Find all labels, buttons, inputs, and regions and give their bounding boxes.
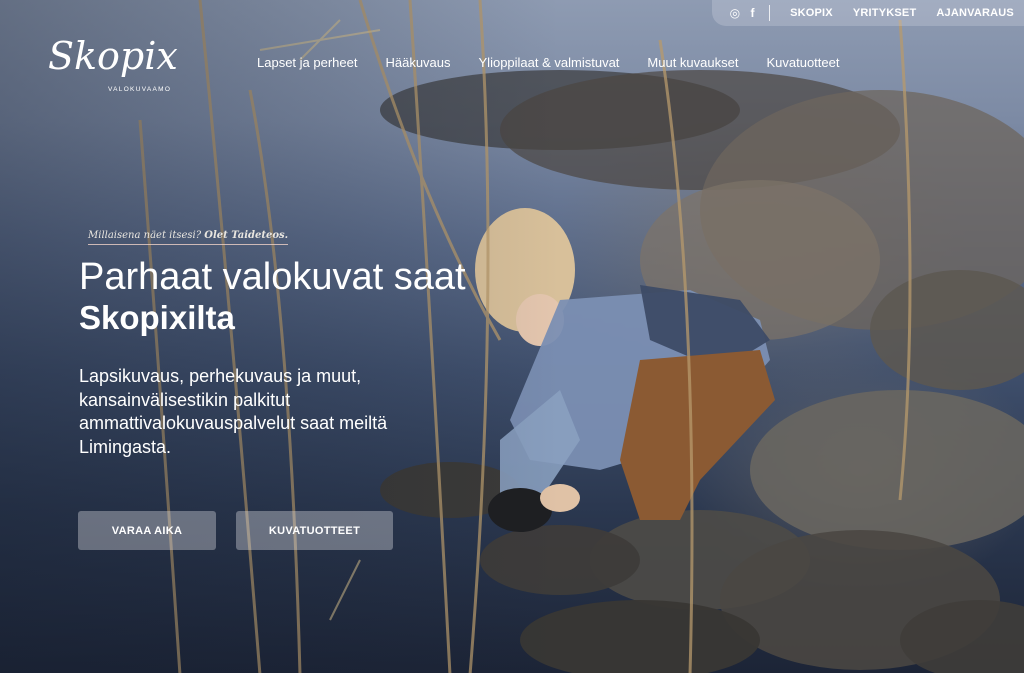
hero-lead-text: Lapsikuvaus, perhekuvaus ja muut, kansai…: [79, 366, 388, 457]
main-navigation: Lapset ja perheet Hääkuvaus Ylioppilaat …: [257, 55, 867, 70]
logo-wordmark: Skopix: [48, 34, 178, 78]
hero-tagline: Millaisena näet itsesi? Olet Taideteos.: [88, 230, 289, 245]
topbar-divider: [769, 5, 771, 21]
nav-item-haakuvaus[interactable]: Hääkuvaus: [385, 55, 450, 70]
nav-item-lapset-ja-perheet[interactable]: Lapset ja perheet: [257, 55, 357, 70]
tagline-answer: Olet Taideteos.: [204, 230, 289, 241]
topbar-link-yritykset[interactable]: YRITYKSET: [843, 7, 927, 19]
book-appointment-button[interactable]: VARAA AIKA: [78, 511, 216, 550]
facebook-icon[interactable]: f: [744, 0, 762, 26]
instagram-icon[interactable]: ◎: [726, 0, 744, 26]
nav-item-ylioppilaat[interactable]: Ylioppilaat & valmistuvat: [479, 55, 620, 70]
nav-item-kuvatuotteet[interactable]: Kuvatuotteet: [766, 55, 839, 70]
tagline-question: Millaisena näet itsesi?: [88, 230, 205, 241]
hero-title-line2: Skopixilta: [79, 299, 235, 336]
topbar-link-skopix[interactable]: SKOPIX: [780, 7, 843, 19]
logo-subtitle: VALOKUVAAMO: [108, 86, 172, 93]
site-logo[interactable]: Skopix VALOKUVAAMO: [48, 28, 188, 100]
nav-item-muut-kuvaukset[interactable]: Muut kuvaukset: [647, 55, 738, 70]
hero-title-line1: Parhaat valokuvat saat: [79, 256, 466, 298]
photo-products-button[interactable]: KUVATUOTTEET: [236, 511, 393, 550]
top-utility-bar: ◎ f SKOPIX YRITYKSET AJANVARAUS: [712, 0, 1024, 26]
topbar-link-ajanvaraus[interactable]: AJANVARAUS: [926, 7, 1024, 19]
